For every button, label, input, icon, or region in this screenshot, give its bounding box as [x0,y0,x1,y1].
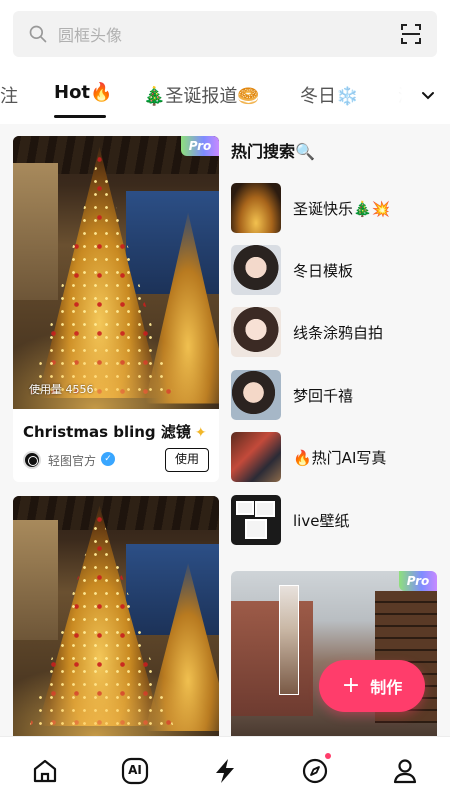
notification-dot [325,753,331,759]
ai-icon[interactable]: AI [121,757,149,785]
card-title: Christmas bling 滤镜 ✦ [23,423,207,441]
use-button[interactable]: 使用 [165,448,209,472]
thumbnail [231,183,281,233]
home-icon[interactable] [31,757,59,785]
category-tabs: 注 Hot🔥 🎄圣诞报道🥯 冬日❄️ 滤 [0,70,450,122]
usage-count: 使用量 4556 [29,383,94,396]
thumbnail [231,432,281,482]
thumbnail [231,370,281,420]
scan-icon[interactable] [399,22,423,46]
tab-christmas[interactable]: 🎄圣诞报道🥯 [143,82,260,108]
thumbnail [231,245,281,295]
active-tab-indicator [54,115,106,118]
tab-hot[interactable]: Hot🔥 [54,82,112,103]
sparkle-icon: ✦ [194,425,207,441]
pro-badge: Pro [399,571,437,591]
create-button[interactable]: + 制作 [319,660,425,712]
bottom-nav: AI [0,736,450,799]
lightning-icon[interactable] [211,757,239,785]
hot-search-title: 热门搜索🔍 [231,142,315,161]
author-avatar[interactable] [23,451,41,469]
search-bar[interactable]: 圆框头像 [13,11,437,57]
template-card[interactable] [13,496,219,736]
hot-search-item[interactable]: live壁纸 [231,495,441,547]
tab-winter[interactable]: 冬日❄️ [300,82,358,108]
thumbnail [231,307,281,357]
search-icon [29,25,47,43]
template-card[interactable]: Pro 使用量 4556 Christmas bling 滤镜 ✦ 轻图官方 ✓ … [13,136,219,482]
hot-search-item[interactable]: 冬日模板 [231,245,441,297]
verified-icon: ✓ [101,452,115,466]
tabs-fade [360,70,420,122]
template-preview [231,571,437,736]
template-preview [13,136,219,409]
profile-icon[interactable] [391,757,419,785]
author-name[interactable]: 轻图官方 [48,452,96,469]
hot-search-item[interactable]: 线条涂鸦自拍 [231,307,441,359]
hot-search-item[interactable]: 梦回千禧 [231,370,441,422]
magnifier-icon: 🔍 [295,142,315,161]
hot-search-item[interactable]: 🔥热门AI写真 [231,432,441,484]
pro-badge: Pro [181,136,219,156]
plus-icon: + [341,673,361,698]
template-preview [13,496,219,736]
tab-follow[interactable]: 注 [0,82,18,108]
template-card[interactable]: Pro [231,571,437,736]
search-placeholder: 圆框头像 [58,26,123,45]
compass-icon[interactable] [301,753,331,785]
chevron-down-icon[interactable] [418,86,438,106]
hot-search-item[interactable]: 圣诞快乐🎄💥 [231,183,441,235]
thumbnail [231,495,281,545]
